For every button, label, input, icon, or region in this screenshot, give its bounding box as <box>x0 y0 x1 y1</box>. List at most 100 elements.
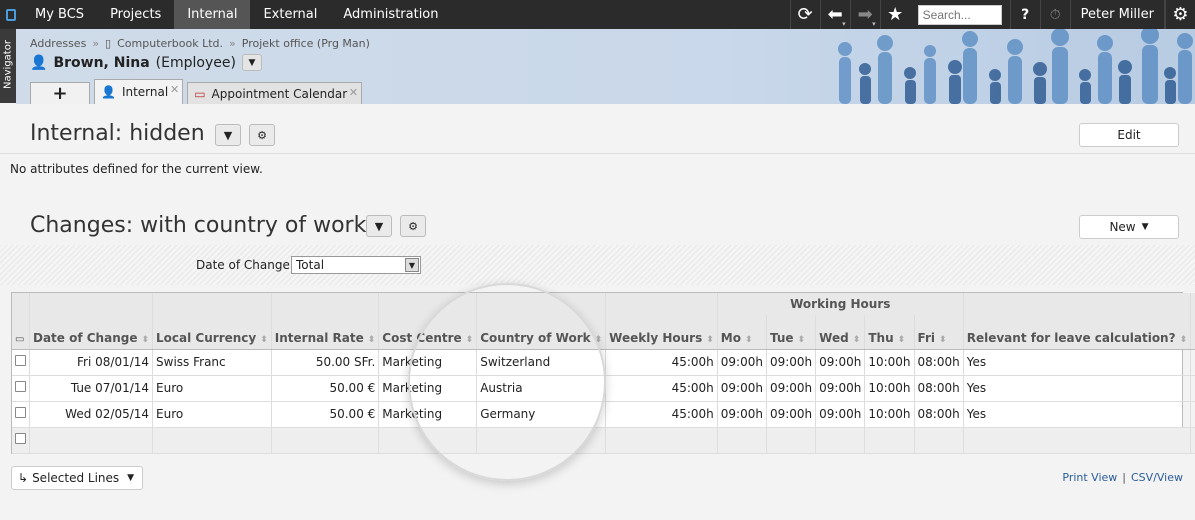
close-icon[interactable]: ✕ <box>170 83 179 96</box>
add-tab-button[interactable]: + <box>30 82 90 104</box>
sort-icon[interactable]: ⬍ <box>1180 335 1188 345</box>
navigator-toggle[interactable]: Navigator <box>0 29 16 103</box>
cell-wed: 09:00h <box>815 375 866 401</box>
table-row[interactable]: Tue 07/01/14 Euro 50.00 € Marketing Aust… <box>12 375 1195 401</box>
sort-icon[interactable]: ⬍ <box>260 335 268 345</box>
help-icon[interactable]: ? <box>1009 0 1040 29</box>
user-menu[interactable]: Peter Miller <box>1069 0 1165 29</box>
print-view-link[interactable]: Print View <box>1062 471 1117 484</box>
cell-date: Tue 07/01/14 <box>29 375 154 401</box>
sort-icon[interactable]: ⬍ <box>466 335 474 345</box>
chevron-down-icon: ▼ <box>127 473 135 483</box>
col-country-of-work[interactable]: Country of Work ⬍ <box>476 315 607 350</box>
nav-tab-my-bcs[interactable]: My BCS <box>22 0 97 29</box>
stopwatch-icon[interactable]: ⏱ <box>1039 0 1070 29</box>
row-checkbox[interactable] <box>15 407 26 418</box>
sort-icon[interactable]: ⬍ <box>368 335 376 345</box>
search-input[interactable] <box>917 4 1002 25</box>
sort-icon[interactable]: ⬍ <box>939 335 947 345</box>
cell-fri: 08:00h <box>914 349 964 375</box>
new-button[interactable]: New ▼ <box>1079 215 1179 239</box>
breadcrumb-separator: » <box>92 37 100 50</box>
table-row[interactable]: Wed 02/05/14 Euro 50.00 € Marketing Germ… <box>12 401 1195 427</box>
col-local-currency[interactable]: Local Currency ⬍ <box>152 315 272 350</box>
table-row[interactable]: Fri 08/01/14 Swiss Franc 50.00 SFr. Mark… <box>12 349 1195 375</box>
breadcrumb-project[interactable]: Projekt office (Prg Man) <box>242 37 370 50</box>
breadcrumb-addresses[interactable]: Addresses <box>30 37 86 50</box>
back-icon[interactable]: ⬅ ▾ <box>819 0 850 29</box>
sort-icon[interactable]: ⬍ <box>798 335 806 345</box>
sort-icon[interactable]: ⬍ <box>141 335 149 345</box>
col-fri[interactable]: Fri ⬍ <box>914 315 964 350</box>
top-right-tools: ⟳ ⬅▾ ➡▾ ★ ? ⏱ Peter Miller ⚙ <box>789 0 1195 29</box>
nav-tab-administration[interactable]: Administration <box>330 0 451 29</box>
filter-label: Date of Change <box>196 258 290 272</box>
sort-icon[interactable]: ⬍ <box>595 335 603 345</box>
app-logo-icon[interactable] <box>0 0 22 29</box>
view-menu-button[interactable]: ▼ <box>215 124 241 146</box>
section-internal-title: Internal: hidden <box>30 121 205 146</box>
separator: | <box>1122 471 1126 484</box>
star-icon[interactable]: ★ <box>879 0 910 29</box>
cell-tue: 09:00h <box>766 349 817 375</box>
col-mo[interactable]: Mo ⬍ <box>717 315 767 350</box>
close-icon[interactable]: ✕ <box>349 86 358 99</box>
row-checkbox[interactable] <box>15 381 26 392</box>
group-header-empty <box>1190 293 1195 315</box>
sort-icon[interactable]: ⬍ <box>745 335 753 345</box>
row-checkbox[interactable] <box>15 355 26 366</box>
tab-appointment-calendar[interactable]: ▭ Appointment Calendar ✕ <box>187 82 363 104</box>
cell-relevant: Yes <box>963 375 1192 401</box>
col-wed[interactable]: Wed ⬍ <box>815 315 866 350</box>
tab-internal[interactable]: 👤 Internal ✕ <box>94 79 184 104</box>
view-menu-button[interactable]: ▼ <box>366 215 392 237</box>
selected-lines-button[interactable]: ↳ Selected Lines ▼ <box>11 466 144 490</box>
col-internal-rate[interactable]: Internal Rate ⬍ <box>271 315 380 350</box>
csv-view-link[interactable]: CSV/View <box>1131 471 1183 484</box>
sort-icon[interactable]: ⬍ <box>853 335 861 345</box>
main-nav: My BCS Projects Internal External Admini… <box>22 0 452 29</box>
col-relevant-leave[interactable]: Relevant for leave calculation? ⬍ <box>963 315 1192 350</box>
sort-icon[interactable]: ⬍ <box>898 335 906 345</box>
nav-tab-projects[interactable]: Projects <box>97 0 174 29</box>
cell-mo: 09:00h <box>717 401 767 427</box>
edit-button[interactable]: Edit <box>1079 123 1179 147</box>
selected-lines-label: Selected Lines <box>32 471 120 485</box>
cell-country: Switzerland <box>476 349 607 375</box>
cell-rate: 50.00 € <box>271 401 380 427</box>
nav-tab-internal[interactable]: Internal <box>174 0 251 29</box>
cell-thu: 10:00h <box>864 401 915 427</box>
tab-internal-label: Internal <box>121 85 169 99</box>
group-header-empty <box>29 293 154 315</box>
cell-mo: 09:00h <box>717 375 767 401</box>
col-thu[interactable]: Thu ⬍ <box>864 315 915 350</box>
gear-icon[interactable]: ⚙ <box>249 124 275 146</box>
working-hours-group-header: Working Hours <box>717 293 964 315</box>
row-checkbox[interactable] <box>15 433 26 444</box>
forward-icon[interactable]: ➡ ▾ <box>849 0 880 29</box>
gear-icon[interactable]: ⚙ <box>1165 0 1195 29</box>
col-date-of-change[interactable]: Date of Change ⬍ <box>29 315 154 350</box>
navigator-label: Navigator <box>2 40 14 89</box>
refresh-icon[interactable]: ⟳ <box>789 0 820 29</box>
col-cost-centre[interactable]: Cost Centre ⬍ <box>378 315 478 350</box>
cell-cost-centre: Marketing <box>378 349 478 375</box>
col-weekly-hours[interactable]: Weekly Hours ⬍ <box>605 315 718 350</box>
chevron-down-icon: ▼ <box>1141 222 1149 232</box>
cell-thu: 10:00h <box>864 349 915 375</box>
top-bar: My BCS Projects Internal External Admini… <box>0 0 1195 29</box>
record-tabs: + 👤 Internal ✕ ▭ Appointment Calendar ✕ <box>16 79 363 104</box>
date-of-change-select[interactable]: Total ▼ <box>291 256 421 274</box>
breadcrumb-company[interactable]: Computerbook Ltd. <box>117 37 223 50</box>
col-tue[interactable]: Tue ⬍ <box>766 315 817 350</box>
cell-thu: 10:00h <box>864 375 915 401</box>
select-all-icon[interactable]: ▭ <box>12 315 30 350</box>
cell-relevant: Yes <box>963 349 1192 375</box>
nav-tab-external[interactable]: External <box>250 0 330 29</box>
group-header-empty <box>271 293 380 315</box>
person-menu-button[interactable]: ▼ <box>241 54 262 71</box>
gear-icon[interactable]: ⚙ <box>400 215 426 237</box>
sort-icon[interactable]: ⬍ <box>706 335 714 345</box>
person-icon: 👤 <box>101 85 116 99</box>
cell-date: Fri 08/01/14 <box>29 349 154 375</box>
